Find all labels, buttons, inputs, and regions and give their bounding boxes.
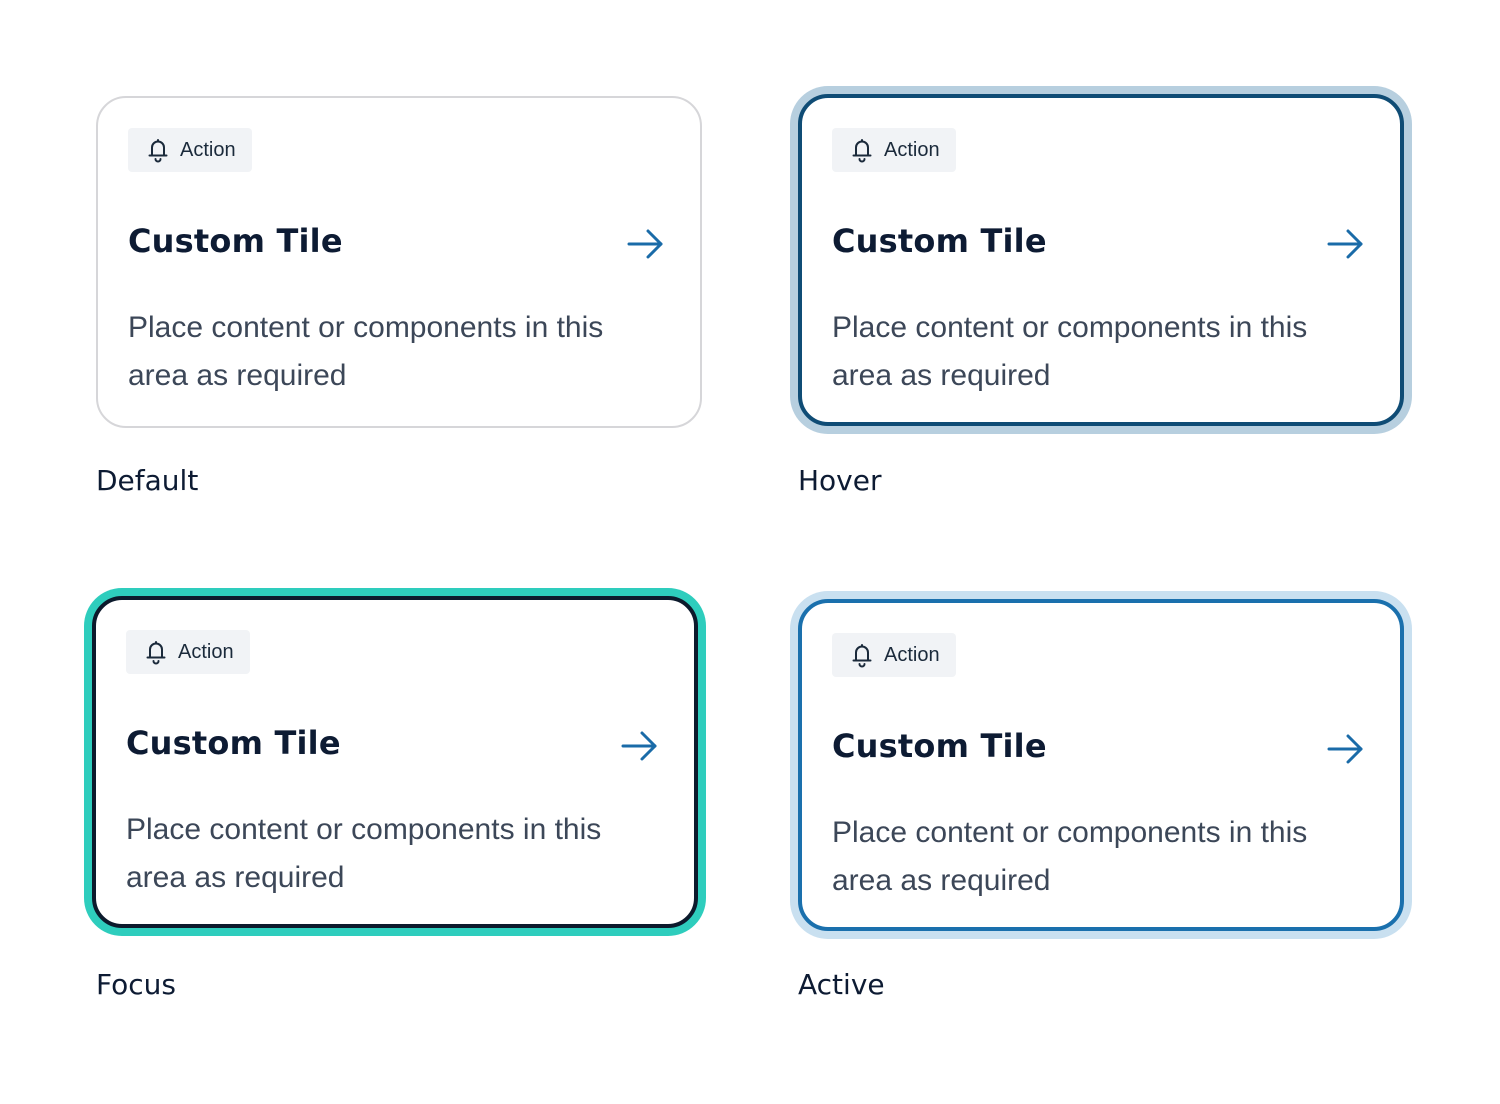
bell-icon — [850, 137, 874, 163]
custom-tile-default[interactable]: Action Custom Tile Place content or comp… — [96, 96, 702, 428]
tile-title: Custom Tile — [126, 724, 341, 762]
custom-tile-focus[interactable]: Action Custom Tile Place content or comp… — [92, 596, 698, 928]
arrow-right-icon[interactable] — [620, 730, 660, 762]
tile-description: Place content or components in this area… — [832, 311, 1308, 392]
arrow-right-icon[interactable] — [1326, 228, 1366, 260]
bell-icon — [146, 137, 170, 163]
state-label-active: Active — [798, 968, 885, 1001]
action-chip-label: Action — [178, 640, 234, 663]
bell-icon — [850, 642, 874, 668]
action-chip[interactable]: Action — [832, 128, 956, 172]
tile-description: Place content or components in this area… — [128, 311, 604, 392]
arrow-right-icon[interactable] — [1326, 733, 1366, 765]
custom-tile-hover[interactable]: Action Custom Tile Place content or comp… — [798, 94, 1404, 426]
tile-title: Custom Tile — [832, 727, 1047, 765]
tile-description: Place content or components in this area… — [126, 813, 602, 894]
arrow-right-icon[interactable] — [626, 228, 666, 260]
custom-tile-active[interactable]: Action Custom Tile Place content or comp… — [798, 599, 1404, 931]
state-label-default: Default — [96, 464, 199, 497]
tile-title: Custom Tile — [128, 222, 343, 260]
action-chip[interactable]: Action — [126, 630, 250, 674]
bell-icon — [144, 639, 168, 665]
action-chip[interactable]: Action — [128, 128, 252, 172]
action-chip[interactable]: Action — [832, 633, 956, 677]
action-chip-label: Action — [884, 643, 940, 666]
tile-description: Place content or components in this area… — [832, 816, 1308, 897]
state-label-hover: Hover — [798, 464, 882, 497]
action-chip-label: Action — [180, 138, 236, 161]
state-label-focus: Focus — [96, 968, 176, 1001]
tile-title: Custom Tile — [832, 222, 1047, 260]
action-chip-label: Action — [884, 138, 940, 161]
